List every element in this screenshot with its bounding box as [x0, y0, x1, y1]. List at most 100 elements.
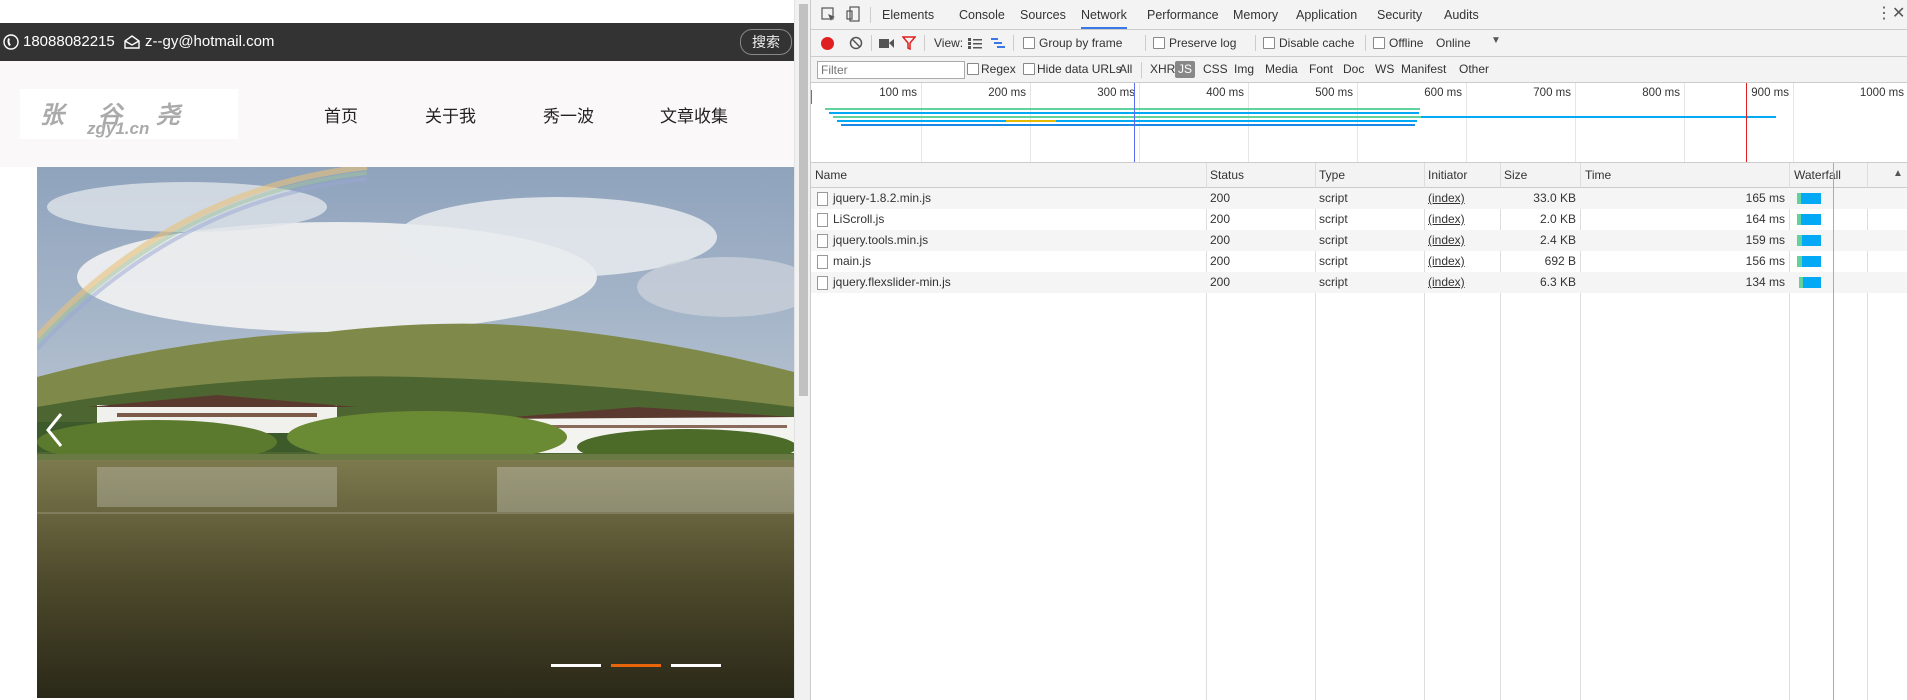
capture-screenshots-icon[interactable] — [879, 38, 894, 49]
request-time: 134 ms — [1745, 275, 1785, 289]
phone-item: 18088082215 — [3, 23, 115, 61]
filter-type-doc[interactable]: Doc — [1340, 61, 1367, 78]
column-header-time[interactable]: Time — [1585, 163, 1611, 187]
filter-icon[interactable] — [902, 36, 916, 50]
toolbar-divider — [871, 35, 872, 51]
tab-sources[interactable]: Sources — [1020, 0, 1066, 29]
hide-data-urls-label: Hide data URLs — [1037, 62, 1122, 76]
more-options-icon[interactable]: ⋮ — [1876, 6, 1892, 22]
filter-type-other[interactable]: Other — [1456, 61, 1492, 78]
nav-articles[interactable]: 文章收集 — [660, 102, 728, 127]
overview-icon[interactable] — [991, 37, 1005, 49]
overview-request-bar — [1006, 120, 1056, 122]
overview-tick-label: 500 ms — [1315, 87, 1353, 99]
request-status: 200 — [1210, 275, 1231, 289]
inspect-element-icon[interactable] — [821, 7, 836, 22]
column-header-status[interactable]: Status — [1210, 163, 1244, 187]
filter-type-xhr[interactable]: XHR — [1147, 61, 1178, 78]
request-size: 6.3 KB — [1539, 275, 1576, 289]
page-scrollbar-thumb[interactable] — [799, 4, 808, 396]
network-overview-timeline[interactable]: 100 ms 200 ms 300 ms 400 ms 500 ms 600 m… — [811, 83, 1907, 163]
overview-gridline — [1684, 83, 1685, 162]
request-type: script — [1319, 275, 1348, 289]
filter-type-font[interactable]: Font — [1306, 61, 1336, 78]
overview-request-bar — [1421, 116, 1776, 118]
preserve-log-checkbox[interactable] — [1153, 37, 1165, 49]
filter-type-js[interactable]: JS — [1175, 61, 1196, 78]
request-time: 156 ms — [1745, 254, 1785, 268]
request-row[interactable]: jquery-1.8.2.min.js 200 script (index) 3… — [811, 188, 1907, 209]
tab-security[interactable]: Security — [1377, 0, 1422, 29]
slider-prev-arrow-icon[interactable] — [45, 412, 65, 448]
tab-audits[interactable]: Audits — [1444, 0, 1479, 29]
throttling-select[interactable]: Online — [1436, 36, 1471, 50]
request-type: script — [1319, 254, 1348, 268]
request-name: jquery-1.8.2.min.js — [833, 191, 932, 205]
slider-dot[interactable] — [551, 664, 601, 667]
filter-type-ws[interactable]: WS — [1372, 61, 1397, 78]
tab-performance[interactable]: Performance — [1147, 0, 1219, 29]
request-row[interactable]: main.js 200 script (index) 692 B 156 ms — [811, 251, 1907, 272]
request-initiator-link[interactable]: (index) — [1428, 209, 1465, 230]
phone-number: 18088082215 — [23, 33, 115, 50]
tab-memory[interactable]: Memory — [1233, 0, 1278, 29]
clear-icon[interactable] — [849, 36, 863, 50]
column-header-type[interactable]: Type — [1319, 163, 1345, 187]
slider-dot[interactable] — [671, 664, 721, 667]
nav-home[interactable]: 首页 — [324, 102, 358, 127]
disable-cache-checkbox[interactable] — [1263, 37, 1275, 49]
page-scrollbar[interactable] — [794, 0, 811, 700]
filter-type-css[interactable]: CSS — [1200, 61, 1231, 78]
tab-network[interactable]: Network — [1081, 0, 1127, 29]
record-icon[interactable] — [821, 37, 834, 50]
search-button[interactable]: 搜索 — [740, 29, 792, 55]
offline-checkbox[interactable] — [1373, 37, 1385, 49]
toolbar-divider — [924, 35, 925, 51]
request-row[interactable]: jquery.flexslider-min.js 200 script (ind… — [811, 272, 1907, 293]
request-time: 164 ms — [1745, 212, 1785, 226]
request-status: 200 — [1210, 254, 1231, 268]
request-initiator-link[interactable]: (index) — [1428, 230, 1465, 251]
tab-console[interactable]: Console — [959, 0, 1005, 29]
overview-gridline — [1575, 83, 1576, 162]
filter-type-manifest[interactable]: Manifest — [1398, 61, 1449, 78]
regex-checkbox[interactable] — [967, 63, 979, 75]
request-time: 165 ms — [1745, 191, 1785, 205]
request-row[interactable]: LiScroll.js 200 script (index) 2.0 KB 16… — [811, 209, 1907, 230]
request-size: 692 B — [1544, 254, 1576, 268]
column-header-size[interactable]: Size — [1504, 163, 1527, 187]
logo-url: zgy1.cn — [87, 119, 150, 138]
web-page: 18088082215 z--gy@hotmail.com 搜索 张谷尧 zgy… — [0, 0, 794, 700]
overview-gridline — [1139, 83, 1140, 162]
filter-type-all[interactable]: All — [1116, 61, 1135, 78]
offline-label: Offline — [1389, 36, 1424, 50]
tab-application[interactable]: Application — [1296, 0, 1357, 29]
slider-dot-active[interactable] — [611, 664, 661, 667]
device-toolbar-icon[interactable] — [846, 6, 861, 22]
request-type: script — [1319, 191, 1348, 205]
request-initiator-link[interactable]: (index) — [1428, 272, 1465, 293]
image-slider[interactable] — [37, 167, 794, 698]
group-by-frame-checkbox[interactable] — [1023, 37, 1035, 49]
request-row[interactable]: jquery.tools.min.js 200 script (index) 2… — [811, 230, 1907, 251]
large-rows-icon[interactable] — [968, 38, 982, 49]
tab-elements[interactable]: Elements — [882, 0, 934, 29]
toolbar-divider — [1013, 35, 1014, 51]
throttling-dropdown-icon[interactable]: ▼ — [1491, 35, 1501, 46]
regex-label: Regex — [981, 62, 1016, 76]
request-initiator-link[interactable]: (index) — [1428, 188, 1465, 209]
request-initiator-link[interactable]: (index) — [1428, 251, 1465, 272]
filter-input[interactable] — [817, 61, 965, 79]
nav-showcase[interactable]: 秀一波 — [543, 102, 594, 127]
filter-type-media[interactable]: Media — [1262, 61, 1301, 78]
nav-about[interactable]: 关于我 — [425, 102, 476, 127]
column-header-initiator[interactable]: Initiator — [1428, 163, 1467, 187]
sort-ascending-icon[interactable]: ▲ — [1893, 168, 1903, 179]
site-logo[interactable]: 张谷尧 zgy1.cn — [20, 89, 238, 139]
request-type: script — [1319, 233, 1348, 247]
hide-data-urls-checkbox[interactable] — [1023, 63, 1035, 75]
overview-gridline — [1466, 83, 1467, 162]
column-header-name[interactable]: Name — [815, 163, 847, 187]
filter-type-img[interactable]: Img — [1231, 61, 1257, 78]
close-devtools-icon[interactable]: ✕ — [1892, 6, 1905, 22]
